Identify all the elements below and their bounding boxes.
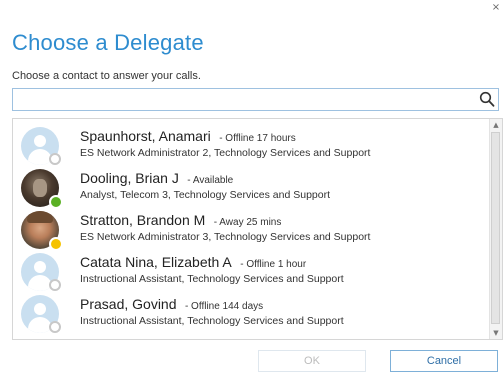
contact-name: Spaunhorst, Anamari: [80, 128, 211, 144]
dialog-title: Choose a Delegate: [12, 30, 204, 55]
contact-name: Catata Nina, Elizabeth A: [80, 254, 232, 270]
choose-delegate-dialog: × Choose a Delegate Choose a contact to …: [0, 0, 504, 372]
presence-offline-icon: [49, 321, 61, 333]
contact-status: - Offline 1 hour: [240, 259, 307, 270]
contact-item[interactable]: Dooling, Brian J - Available Analyst, Te…: [13, 161, 490, 209]
contact-name: Stratton, Brandon M: [80, 212, 206, 228]
contact-title: ES Network Administrator 2, Technology S…: [80, 147, 371, 159]
scroll-up-arrow-icon[interactable]: ▲: [490, 119, 502, 131]
contact-status: - Offline 144 days: [184, 301, 264, 312]
contact-list[interactable]: Spaunhorst, Anamari - Offline 17 hours E…: [12, 118, 503, 340]
contact-item[interactable]: Stratton, Brandon M - Away 25 mins ES Ne…: [13, 203, 490, 251]
contact-name: Dooling, Brian J: [80, 170, 179, 186]
search-icon[interactable]: [479, 91, 495, 108]
contact-status: - Away 25 mins: [213, 217, 282, 228]
instructions-text: Choose a contact to answer your calls.: [12, 70, 201, 82]
scroll-thumb[interactable]: [491, 132, 500, 324]
scroll-down-arrow-icon[interactable]: ▼: [490, 327, 502, 339]
contact-status: - Available: [187, 175, 234, 186]
search-box: [12, 88, 499, 111]
contact-title: Analyst, Telecom 3, Technology Services …: [80, 189, 331, 201]
contact-item[interactable]: Catata Nina, Elizabeth A - Offline 1 hou…: [13, 245, 490, 291]
contact-title: Instructional Assistant, Technology Serv…: [80, 273, 344, 285]
vertical-scrollbar[interactable]: ▲ ▼: [489, 119, 502, 339]
search-input[interactable]: [13, 89, 475, 110]
contact-item[interactable]: Prasad, Govind - Offline 144 days Instru…: [13, 287, 490, 333]
contact-name: Prasad, Govind: [80, 296, 177, 312]
contact-item[interactable]: Spaunhorst, Anamari - Offline 17 hours E…: [13, 119, 490, 165]
contact-title: ES Network Administrator 3, Technology S…: [80, 231, 371, 243]
contact-status: - Offline 17 hours: [219, 133, 296, 144]
close-button[interactable]: ×: [490, 2, 502, 14]
contact-title: Instructional Assistant, Technology Serv…: [80, 315, 344, 327]
